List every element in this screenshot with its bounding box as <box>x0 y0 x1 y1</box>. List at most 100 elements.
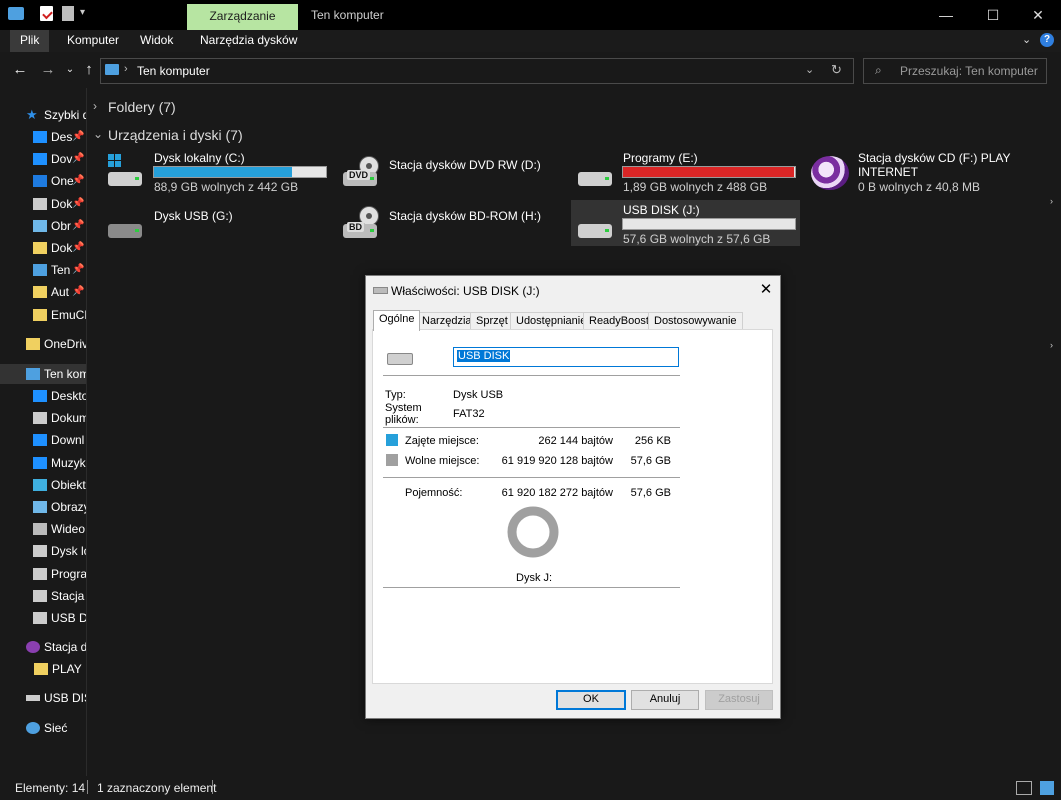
sidebar-item[interactable]: Des 📌 <box>0 127 86 147</box>
sidebar-item[interactable]: Dokum <box>0 408 86 428</box>
forward-arrow-icon[interactable]: → <box>38 61 58 81</box>
chevron-down-icon[interactable]: ⌄ <box>93 127 103 141</box>
ribbon-tab-drive-tools[interactable]: Narzędzia dysków <box>190 30 307 52</box>
search-box[interactable]: ⌕ Przeszukaj: Ten komputer <box>863 58 1047 84</box>
up-arrow-icon[interactable]: ↑ <box>79 61 99 81</box>
drive-d[interactable]: DVD Stacja dysków DVD RW (D:) <box>339 148 559 194</box>
minimize-button[interactable]: — <box>923 0 969 30</box>
recent-locations-icon[interactable]: ⌄ <box>60 61 80 81</box>
sidebar-item[interactable]: Obiekt <box>0 475 86 495</box>
sidebar-item[interactable]: Progra <box>0 564 86 584</box>
help-icon[interactable]: ? <box>1040 33 1054 47</box>
tab-customize[interactable]: Dostosowywanie <box>648 312 743 330</box>
sidebar-item[interactable]: Wideo <box>0 519 86 539</box>
vertical-scrollbar[interactable]: › › <box>1047 88 1061 776</box>
computer-icon <box>33 264 47 277</box>
sidebar-item[interactable]: Dok 📌 <box>0 238 86 258</box>
desktop-icon <box>33 390 47 402</box>
properties-icon[interactable] <box>40 6 53 21</box>
new-folder-icon[interactable] <box>62 6 74 21</box>
sidebar-item[interactable]: Stacja <box>0 586 86 606</box>
drive-c[interactable]: Dysk lokalny (C:) 88,9 GB wolnych z 442 … <box>104 148 329 194</box>
pin-icon: 📌 <box>72 153 85 165</box>
sidebar-item[interactable]: Obrazy <box>0 497 86 517</box>
dialog-close-button[interactable]: ✕ <box>758 280 774 298</box>
devices-group-header[interactable]: Urządzenia i dyski (7) <box>108 127 243 143</box>
sidebar-item[interactable]: Ten 📌 <box>0 260 86 280</box>
drive-usage-fill <box>623 167 795 177</box>
context-tab-manage[interactable]: Zarządzanie <box>187 4 298 30</box>
usb-drive-icon <box>387 353 413 365</box>
ok-button[interactable]: OK <box>556 690 626 710</box>
drive-f[interactable]: Stacja dysków CD (F:) PLAY INTERNET 0 B … <box>807 148 1032 194</box>
selection-count: 1 zaznaczony element <box>97 781 217 795</box>
close-button[interactable]: ✕ <box>1015 0 1061 30</box>
sidebar-item[interactable]: Deskto <box>0 386 86 406</box>
ribbon-tab-file[interactable]: Plik <box>10 30 50 52</box>
sidebar-item[interactable]: USB DI <box>0 608 86 628</box>
tab-hardware[interactable]: Sprzęt <box>470 312 514 330</box>
sidebar-item-label: Dokum <box>51 411 86 426</box>
donut-free-arc <box>507 506 559 558</box>
breadcrumb-chevron-icon[interactable]: › <box>124 63 128 75</box>
used-space-swatch <box>386 434 398 446</box>
tab-sharing[interactable]: Udostępnianie <box>510 312 593 330</box>
drive-name-input[interactable]: USB DISK <box>453 347 679 367</box>
sidebar-item-label: Dysk lc <box>51 544 86 559</box>
drive-h[interactable]: BD Stacja dysków BD-ROM (H:) <box>339 200 559 246</box>
drive-j[interactable]: USB DISK (J:) 57,6 GB wolnych z 57,6 GB <box>571 200 800 246</box>
used-space-label: Zajęte miejsce: <box>405 435 479 447</box>
sidebar-item[interactable]: Muzyk <box>0 453 86 473</box>
address-dropdown-icon[interactable]: ⌄ <box>805 63 814 76</box>
breadcrumb-this-pc[interactable]: Ten komputer <box>137 64 210 78</box>
sidebar-item-label: Szybki d <box>44 108 86 122</box>
sidebar-quick-access[interactable]: ★ Szybki d <box>0 105 86 125</box>
apply-button[interactable]: Zastosuj <box>705 690 773 710</box>
details-view-icon[interactable] <box>1016 781 1032 795</box>
sidebar-cd-drive[interactable]: Stacja dy <box>0 637 86 657</box>
sidebar-item[interactable]: One 📌 <box>0 171 86 191</box>
sidebar-item[interactable]: Obr 📌 <box>0 216 86 236</box>
sidebar-item[interactable]: Downl <box>0 430 86 450</box>
cancel-button[interactable]: Anuluj <box>631 690 699 710</box>
sidebar-item-label: Stacja <box>51 588 85 603</box>
sidebar-usb-disk[interactable]: USB DISK <box>0 688 86 708</box>
scroll-arrow-icon[interactable]: › <box>1050 196 1053 206</box>
folders-group-header[interactable]: Foldery (7) <box>108 99 176 115</box>
drive-e[interactable]: Programy (E:) 1,89 GB wolnych z 488 GB <box>574 148 799 194</box>
sidebar-item[interactable]: Dok 📌 <box>0 194 86 214</box>
ribbon-expand-icon[interactable]: ⌄ <box>1022 33 1031 46</box>
sidebar-item[interactable]: EmuCF <box>0 305 86 325</box>
back-arrow-icon[interactable]: ← <box>10 61 30 81</box>
sidebar-onedrive[interactable]: OneDriv <box>0 334 86 354</box>
sidebar-item[interactable]: Aut 📌 <box>0 282 86 302</box>
tab-tools[interactable]: Narzędzia <box>416 312 478 330</box>
scroll-arrow-icon[interactable]: › <box>1050 340 1053 350</box>
drive-g[interactable]: Dysk USB (G:) <box>104 200 329 246</box>
maximize-button[interactable]: ☐ <box>970 0 1016 30</box>
tab-readyboost[interactable]: ReadyBoost <box>583 312 655 330</box>
search-input[interactable]: Przeszukaj: Ten komputer <box>900 64 1038 78</box>
sidebar-cd-folder[interactable]: PLAY IN <box>0 659 86 679</box>
refresh-icon[interactable]: ↻ <box>831 62 842 78</box>
tab-general[interactable]: Ogólne <box>373 310 421 331</box>
ribbon-tab-view[interactable]: Widok <box>130 30 183 52</box>
sidebar-item-label: Progra <box>51 566 86 581</box>
quick-access-dropdown-icon[interactable]: ▾ <box>80 7 85 18</box>
sidebar-item-label: Ten kom <box>44 367 86 381</box>
drive-icon <box>33 545 47 558</box>
drive-icon <box>33 567 47 580</box>
dialog-title: Właściwości: USB DISK (J:) <box>391 284 540 298</box>
chevron-right-icon[interactable]: › <box>93 99 97 113</box>
windows-logo-icon <box>108 154 122 168</box>
address-bar[interactable]: › Ten komputer ⌄ ↻ <box>100 58 854 84</box>
sidebar-item[interactable]: Dysk lc <box>0 541 86 561</box>
bd-label: BD <box>347 222 364 232</box>
computer-icon <box>105 64 119 75</box>
large-icons-view-icon[interactable] <box>1040 781 1054 795</box>
pin-icon: 📌 <box>72 131 85 142</box>
sidebar-this-pc[interactable]: Ten kom <box>0 364 86 384</box>
sidebar-item[interactable]: Dov 📌 <box>0 149 86 169</box>
ribbon-tab-computer[interactable]: Komputer <box>57 30 129 52</box>
sidebar-network[interactable]: Sieć <box>0 718 86 738</box>
